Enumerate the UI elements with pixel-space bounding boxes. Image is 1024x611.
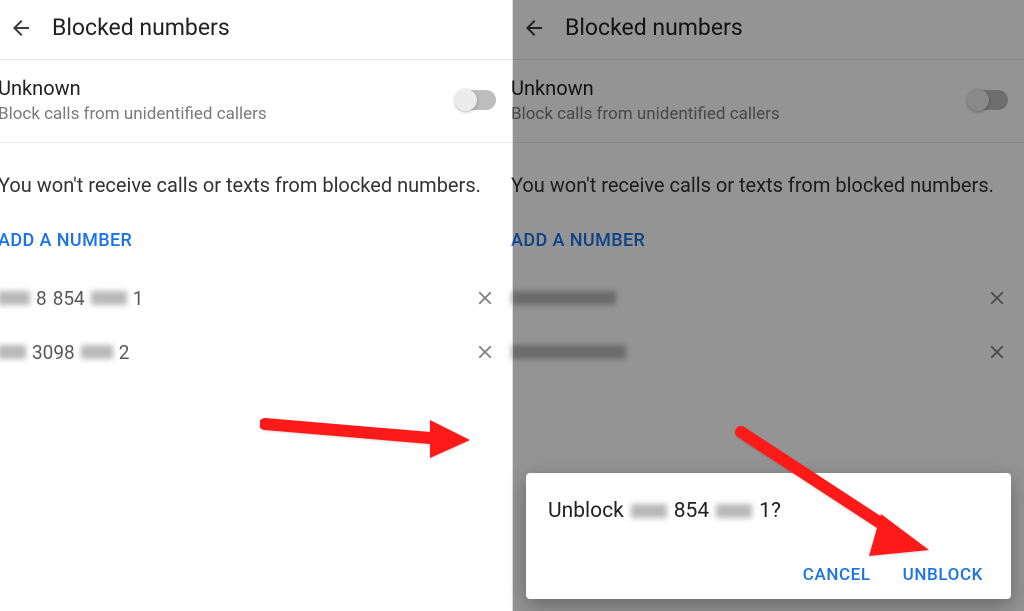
blocked-number-text: 8 854 1: [0, 287, 143, 310]
redacted-segment: [81, 345, 113, 359]
cancel-button[interactable]: CANCEL: [803, 565, 871, 585]
unknown-subtitle: Block calls from unidentified callers: [0, 104, 267, 124]
blocked-numbers-screen-left: Blocked numbers Unknown Block calls from…: [0, 0, 512, 611]
blocked-number-row: 3098 2: [0, 325, 512, 379]
remove-number-icon[interactable]: [472, 285, 498, 311]
annotation-arrow-icon: [260, 400, 480, 464]
dialog-prefix: Unblock: [548, 499, 624, 523]
remove-number-icon[interactable]: [472, 339, 498, 365]
dialog-button-row: CANCEL UNBLOCK: [548, 565, 989, 585]
dialog-number-mid: 854: [674, 499, 709, 523]
header: Blocked numbers: [0, 0, 512, 60]
redacted-segment: [631, 504, 667, 518]
number-fragment-end-2: 2: [119, 341, 130, 364]
dialog-title: Unblock 854 1?: [548, 499, 989, 523]
unblock-button[interactable]: UNBLOCK: [903, 565, 983, 585]
add-number-button[interactable]: ADD A NUMBER: [0, 200, 512, 271]
redacted-segment: [0, 345, 26, 359]
number-fragment-mid-2: 3098: [32, 341, 75, 364]
blocked-number-text: 3098 2: [0, 341, 129, 364]
redacted-segment: [0, 291, 30, 305]
blocked-numbers-screen-right: Blocked numbers Unknown Block calls from…: [512, 0, 1024, 611]
info-text: You won't receive calls or texts from bl…: [0, 143, 512, 200]
unknown-text-block: Unknown Block calls from unidentified ca…: [0, 76, 267, 124]
number-fragment-mid-1: 854: [53, 287, 85, 310]
redacted-segment: [716, 504, 752, 518]
page-title: Blocked numbers: [52, 14, 230, 41]
back-arrow-icon[interactable]: [8, 15, 34, 41]
blocked-number-row: 8 854 1: [0, 271, 512, 325]
redacted-segment: [91, 291, 127, 305]
unknown-title: Unknown: [0, 76, 267, 100]
unknown-section: Unknown Block calls from unidentified ca…: [0, 60, 512, 143]
number-fragment-prefix-1: 8: [36, 287, 47, 310]
unblock-dialog: Unblock 854 1? CANCEL UNBLOCK: [526, 473, 1011, 599]
unknown-toggle[interactable]: [456, 90, 496, 110]
number-fragment-end-1: 1: [133, 287, 144, 310]
dialog-number-end: 1?: [759, 499, 781, 523]
